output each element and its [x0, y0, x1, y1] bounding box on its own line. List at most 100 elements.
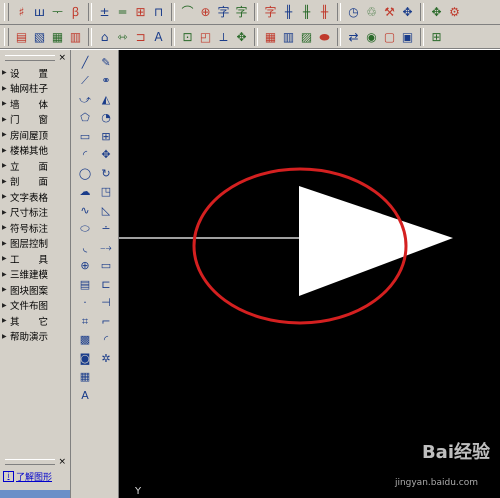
- arc-icon[interactable]: ⤻: [76, 90, 94, 108]
- ellipse-arc-icon[interactable]: ◟: [76, 238, 94, 256]
- char-icon[interactable]: 字: [262, 3, 279, 21]
- screen-menu-item[interactable]: ▶ 符号标注: [2, 220, 68, 236]
- screen-menu-item[interactable]: ▶ 墙 体: [2, 96, 68, 112]
- floor-icon[interactable]: ⌂: [96, 28, 113, 46]
- rail-icon[interactable]: ╫: [316, 3, 333, 21]
- rectangle-icon[interactable]: ▭: [76, 127, 94, 145]
- line-icon[interactable]: ╱: [76, 53, 94, 71]
- screen-menu-item[interactable]: ▶ 其 它: [2, 313, 68, 329]
- eye-icon[interactable]: ◉: [363, 28, 380, 46]
- block-icon[interactable]: ▤: [76, 275, 94, 293]
- spline-icon[interactable]: ∿: [76, 201, 94, 219]
- ellipse-icon[interactable]: ⬭: [76, 220, 94, 238]
- screen-menu-item[interactable]: ▶ 工 具: [2, 251, 68, 267]
- chart-icon[interactable]: ▨: [298, 28, 315, 46]
- region-icon[interactable]: ◙: [76, 349, 94, 367]
- drawing-canvas[interactable]: [119, 50, 500, 498]
- screen-menu-item[interactable]: ▶ 尺寸标注: [2, 205, 68, 221]
- break-icon[interactable]: ▭: [97, 257, 115, 275]
- screen-menu-item[interactable]: ▶ 立 面: [2, 158, 68, 174]
- layer-icon[interactable]: ▦: [49, 28, 66, 46]
- close-icon[interactable]: ×: [58, 457, 66, 467]
- open-icon[interactable]: ▧: [31, 28, 48, 46]
- erase-icon[interactable]: ✎: [97, 53, 115, 71]
- screen-menu-item[interactable]: ▶ 楼梯其他: [2, 143, 68, 159]
- explode-icon[interactable]: ✲: [97, 349, 115, 367]
- car-icon[interactable]: ⬬: [316, 28, 333, 46]
- grid-icon[interactable]: ▦: [262, 28, 279, 46]
- stair-icon[interactable]: ⇿: [114, 28, 131, 46]
- arc-icon[interactable]: ◜: [76, 146, 94, 164]
- clock-icon[interactable]: ◷: [345, 3, 362, 21]
- toolbar-grip[interactable]: [4, 3, 9, 21]
- pan-icon[interactable]: ✥: [233, 28, 250, 46]
- move-icon[interactable]: ✥: [97, 146, 115, 164]
- help-panel-titlebar[interactable]: ×: [2, 457, 66, 467]
- window-icon[interactable]: ▢: [381, 28, 398, 46]
- circle-icon[interactable]: ◯: [76, 164, 94, 182]
- new-icon[interactable]: ▤: [13, 28, 30, 46]
- char-icon[interactable]: 字: [215, 3, 232, 21]
- ruler-icon[interactable]: ⊞: [428, 28, 445, 46]
- polyline-icon[interactable]: ⟋: [76, 72, 94, 90]
- point-icon[interactable]: ·: [76, 294, 94, 312]
- window-icon[interactable]: ⊞: [132, 3, 149, 21]
- measure-icon[interactable]: ⟂: [215, 28, 232, 46]
- paste-icon[interactable]: ⊡: [179, 28, 196, 46]
- close-icon[interactable]: ×: [58, 53, 66, 63]
- rotate-icon[interactable]: ↻: [97, 164, 115, 182]
- component-icon[interactable]: ⊕: [197, 3, 214, 21]
- move-cross-icon[interactable]: ✥: [399, 3, 416, 21]
- door-icon[interactable]: ⊐: [132, 28, 149, 46]
- print-icon[interactable]: ▥: [67, 28, 84, 46]
- join-icon[interactable]: ⊣: [97, 294, 115, 312]
- undo-icon[interactable]: ⇄: [345, 28, 362, 46]
- stretch-icon[interactable]: ◺: [97, 201, 115, 219]
- scale-icon[interactable]: ◳: [97, 183, 115, 201]
- help-link-label[interactable]: 了解图形: [16, 470, 52, 483]
- fillet-icon[interactable]: ◜: [97, 331, 115, 349]
- column-grid-icon[interactable]: ꟺ: [31, 3, 48, 21]
- screen-menu-item[interactable]: ▶ 三维建模: [2, 267, 68, 283]
- toolbar-grip[interactable]: [4, 28, 9, 46]
- axis-icon[interactable]: ᅮ: [49, 3, 66, 21]
- mirror-icon[interactable]: ◭: [97, 90, 115, 108]
- screen-menu-item[interactable]: ▶ 轴网柱子: [2, 81, 68, 97]
- arc-door-icon[interactable]: ⌒: [179, 3, 196, 21]
- panel-titlebar[interactable]: ×: [2, 53, 66, 63]
- recycle-icon[interactable]: ♲: [363, 3, 380, 21]
- array-icon[interactable]: ⊞: [97, 127, 115, 145]
- gradient-icon[interactable]: ▩: [76, 331, 94, 349]
- screen-menu-item[interactable]: ▶ 图块图案: [2, 282, 68, 298]
- offset-icon[interactable]: ◔: [97, 109, 115, 127]
- extend-icon[interactable]: ⤍: [97, 238, 115, 256]
- trim-icon[interactable]: ∸: [97, 220, 115, 238]
- break-point-icon[interactable]: ⊏: [97, 275, 115, 293]
- insert-icon[interactable]: ⊕: [76, 257, 94, 275]
- screen-menu-item[interactable]: ▶ 文件布图: [2, 298, 68, 314]
- polygon-icon[interactable]: ⬠: [76, 109, 94, 127]
- gear-icon[interactable]: ⚙: [446, 3, 463, 21]
- cloud-icon[interactable]: ☁: [76, 183, 94, 201]
- tools-icon[interactable]: ⚒: [381, 3, 398, 21]
- rail-icon[interactable]: ╫: [298, 3, 315, 21]
- screen-menu-item[interactable]: ▶ 设 置: [2, 65, 68, 81]
- copy-icon[interactable]: ⚭: [97, 72, 115, 90]
- copy-icon[interactable]: ✥: [428, 3, 445, 21]
- screen-menu-item[interactable]: ▶ 剖 面: [2, 174, 68, 190]
- table-icon[interactable]: ▦: [76, 368, 94, 386]
- zoom-icon[interactable]: ◰: [197, 28, 214, 46]
- door-icon[interactable]: ⊓: [150, 3, 167, 21]
- text-a-icon[interactable]: A: [150, 28, 167, 46]
- dim-icon[interactable]: ꞵ: [67, 3, 84, 21]
- frame-icon[interactable]: ▣: [399, 28, 416, 46]
- screen-menu-item[interactable]: ▶ 门 窗: [2, 112, 68, 128]
- help-link[interactable]: i 了解图形: [3, 470, 52, 483]
- table-icon[interactable]: ▥: [280, 28, 297, 46]
- char-icon[interactable]: 字: [233, 3, 250, 21]
- panel-grip[interactable]: [5, 55, 56, 61]
- beam-icon[interactable]: ═: [114, 3, 131, 21]
- chamfer-icon[interactable]: ⌐: [97, 312, 115, 330]
- screen-menu-item[interactable]: ▶ 房间屋顶: [2, 127, 68, 143]
- text-icon[interactable]: A: [76, 386, 94, 404]
